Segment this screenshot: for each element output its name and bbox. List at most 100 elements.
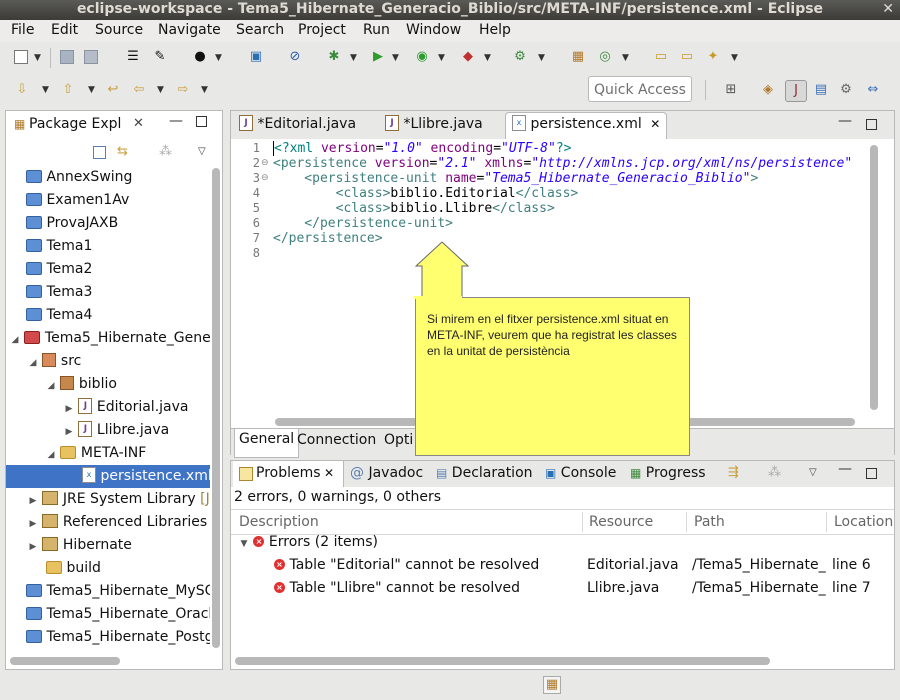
chevron-down-icon[interactable]: ▼ <box>622 53 629 63</box>
chevron-down-icon[interactable]: ▼ <box>42 85 49 95</box>
close-icon[interactable]: ✕ <box>650 117 660 131</box>
tree-item-persistence-xml[interactable]: x persistence.xml <box>6 465 210 488</box>
save-icon[interactable] <box>60 50 74 64</box>
debug-icon[interactable]: ✱ <box>326 49 342 65</box>
menu-window[interactable]: Window <box>406 22 461 38</box>
back-icon[interactable]: ⇦ <box>131 82 147 98</box>
chevron-down-icon[interactable]: ▼ <box>731 53 738 63</box>
column-location[interactable]: Location <box>834 510 894 534</box>
tab-progress[interactable]: ▦ Progress <box>630 465 706 481</box>
tree-item-tema4[interactable]: Tema4 <box>6 304 210 327</box>
run-icon[interactable]: ▶ <box>370 49 386 65</box>
tree-item-tema5-generacio[interactable]: ◢ Tema5_Hibernate_Gene <box>6 327 210 350</box>
new-icon[interactable] <box>14 50 28 64</box>
chevron-down-icon[interactable]: ▼ <box>34 53 41 63</box>
collapsed-arrow-icon[interactable]: ▶ <box>28 513 38 536</box>
chevron-down-icon[interactable]: ▼ <box>438 53 445 63</box>
background-tasks-icon[interactable]: ▦ <box>543 676 561 694</box>
tree-item-examen1av[interactable]: Examen1Av <box>6 189 210 212</box>
java-perspective-icon[interactable]: J <box>785 80 807 102</box>
column-divider[interactable] <box>826 512 827 532</box>
tree-item-build[interactable]: build <box>6 557 210 580</box>
last-edit-icon[interactable]: ↩ <box>105 82 121 98</box>
fold-icon[interactable]: ⊖ <box>261 158 269 168</box>
tree-item-tema5-postgres[interactable]: Tema5_Hibernate_Postg <box>6 626 210 649</box>
column-path[interactable]: Path <box>694 510 725 534</box>
tree-item-tema5-oracle[interactable]: Tema5_Hibernate_Oracl <box>6 603 210 626</box>
tree-item-llibre-java[interactable]: ▶ J Llibre.java <box>6 419 210 442</box>
menu-help[interactable]: Help <box>479 22 511 38</box>
open-project-icon[interactable]: ▭ <box>679 49 695 65</box>
next-annotation-icon[interactable]: ⇩ <box>14 82 30 98</box>
tree-item-editorial-java[interactable]: ▶ J Editorial.java <box>6 396 210 419</box>
run-coverage-icon[interactable]: ◉ <box>414 49 430 65</box>
chevron-down-icon[interactable]: ▼ <box>201 85 208 95</box>
tree-item-tema1[interactable]: Tema1 <box>6 235 210 258</box>
tree-item-jre-system-library[interactable]: ▶ JRE System Library [J <box>6 488 210 511</box>
tree-item-tema5-mysql[interactable]: Tema5_Hibernate_MySQ <box>6 580 210 603</box>
collapsed-arrow-icon[interactable]: ▶ <box>64 421 74 444</box>
collapse-all-icon[interactable] <box>93 146 106 159</box>
expanded-arrow-icon[interactable]: ◢ <box>46 375 56 398</box>
tree-item-src[interactable]: ◢ src <box>6 350 210 373</box>
chevron-down-icon[interactable]: ▼ <box>215 53 222 63</box>
java-ee-perspective-icon[interactable]: ◈ <box>760 82 776 98</box>
filter-icon[interactable]: ⁂ <box>159 144 172 159</box>
minimize-icon[interactable]: — <box>169 113 183 129</box>
prev-annotation-icon[interactable]: ⇧ <box>60 82 76 98</box>
maximize-icon[interactable] <box>866 119 877 130</box>
chevron-down-icon[interactable]: ▼ <box>350 53 357 63</box>
menu-navigate[interactable]: Navigate <box>158 22 221 38</box>
tab-editorial-java[interactable]: J *Editorial.java <box>233 114 362 142</box>
minimize-icon[interactable]: — <box>838 461 852 477</box>
new-server-icon[interactable]: ⚙ <box>512 49 528 65</box>
chevron-down-icon[interactable]: ▼ <box>88 85 95 95</box>
table-row[interactable]: × Table "Editorial" cannot be resolved E… <box>231 554 894 577</box>
terminal-icon[interactable]: ▣ <box>248 49 264 65</box>
tree-item-tema3[interactable]: Tema3 <box>6 281 210 304</box>
error-group-row[interactable]: ▼ × Errors (2 items) <box>239 531 378 554</box>
chevron-down-icon[interactable]: ▼ <box>157 85 164 95</box>
debug-perspective-icon[interactable]: ⚙ <box>838 82 854 98</box>
tab-console[interactable]: ▣ Console <box>545 465 616 481</box>
tree-item-biblio[interactable]: ◢ biblio <box>6 373 210 396</box>
forward-icon[interactable]: ⇨ <box>175 82 191 98</box>
expanded-arrow-icon[interactable]: ▼ <box>239 533 249 556</box>
column-divider[interactable] <box>686 512 687 532</box>
open-perspective-icon[interactable]: ⊞ <box>723 82 739 98</box>
minimize-icon[interactable]: — <box>838 113 852 129</box>
collapsed-arrow-icon[interactable]: ▶ <box>28 490 38 513</box>
tab-persistence-xml[interactable]: x persistence.xml ✕ <box>505 112 668 139</box>
package-tree-vscroll[interactable] <box>212 168 220 648</box>
jpa-perspective-icon[interactable]: ▤ <box>813 82 829 98</box>
package-explorer-title[interactable]: Package Expl <box>29 116 121 132</box>
chevron-down-icon[interactable]: ▼ <box>538 53 545 63</box>
collapsed-arrow-icon[interactable]: ▶ <box>64 398 74 421</box>
overflow-tabs-icon[interactable]: ⇶ <box>728 465 739 480</box>
menu-file[interactable]: File <box>11 22 34 38</box>
skip-breakpoints-icon[interactable]: ⊘ <box>287 49 303 65</box>
new-package-icon[interactable]: ▦ <box>570 49 586 65</box>
open-task-icon[interactable]: ✎ <box>152 49 168 65</box>
open-type-icon[interactable]: ☰ <box>125 49 141 65</box>
tab-llibre-java[interactable]: J *Llibre.java <box>379 114 489 142</box>
expanded-arrow-icon[interactable]: ◢ <box>28 352 38 375</box>
tab-declaration[interactable]: ▤ Declaration <box>436 465 533 481</box>
tab-connection[interactable]: Connection <box>297 432 376 448</box>
chevron-down-icon[interactable]: ▼ <box>484 53 491 63</box>
link-editor-icon[interactable]: ⇆ <box>117 144 128 159</box>
tree-item-meta-inf[interactable]: ◢ META-INF <box>6 442 210 465</box>
package-tree-hscroll[interactable] <box>10 657 120 665</box>
new-class-icon[interactable]: ◎ <box>597 49 613 65</box>
open-folder-icon[interactable]: ▭ <box>653 49 669 65</box>
save-all-icon[interactable] <box>84 50 98 64</box>
filter-icon[interactable]: ⁂ <box>768 465 781 480</box>
tree-item-annexswing[interactable]: AnnexSwing <box>6 166 210 189</box>
close-icon[interactable]: ✕ <box>324 466 334 480</box>
git-perspective-icon[interactable]: ⇔ <box>865 82 881 98</box>
quick-access-input[interactable]: Quick Access <box>588 76 692 102</box>
collapsed-arrow-icon[interactable]: ▶ <box>28 536 38 559</box>
editor-vscroll[interactable] <box>870 145 878 410</box>
expanded-arrow-icon[interactable]: ◢ <box>46 444 56 467</box>
tree-item-provajaxb[interactable]: ProvaJAXB <box>6 212 210 235</box>
